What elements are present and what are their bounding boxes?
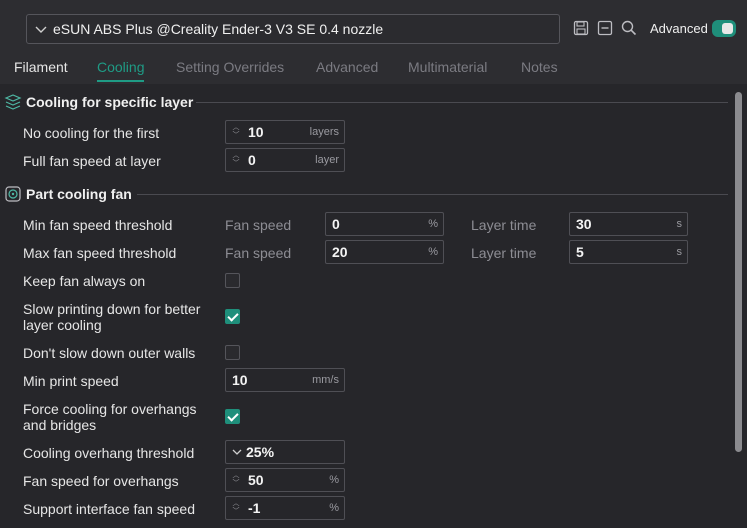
- force-cooling-label: Force cooling for overhangs and bridges: [23, 401, 197, 433]
- tab-multimaterial[interactable]: Multimaterial: [408, 56, 487, 84]
- keep-fan-label: Keep fan always on: [23, 273, 146, 289]
- min-fan-speed-input[interactable]: 0 %: [325, 212, 444, 236]
- overhang-threshold-label: Cooling overhang threshold: [23, 445, 195, 461]
- support-fan-input[interactable]: ︿ ﹀ -1 %: [225, 496, 345, 520]
- tab-advanced[interactable]: Advanced: [316, 56, 378, 84]
- support-fan-label: Support interface fan speed: [23, 501, 196, 517]
- fan-speed-label: Fan speed: [225, 217, 292, 233]
- min-fan-threshold-label: Min fan speed threshold: [23, 217, 173, 233]
- section-cooling-specific-layer: Cooling for specific layer: [4, 93, 193, 111]
- tab-cooling[interactable]: Cooling: [97, 56, 145, 84]
- section-divider: [196, 102, 728, 103]
- dont-slow-checkbox[interactable]: [225, 345, 240, 360]
- max-layer-time-input[interactable]: 5 s: [569, 240, 688, 264]
- advanced-toggle[interactable]: [712, 20, 736, 37]
- layer-time-label: Layer time: [471, 245, 537, 261]
- min-print-speed-input[interactable]: 10 mm/s: [225, 368, 345, 392]
- delete-icon[interactable]: [596, 18, 614, 38]
- slow-down-label: Slow printing down for better layer cool…: [23, 301, 201, 333]
- preset-bar: eSUN ABS Plus @Creality Ender-3 V3 SE 0.…: [0, 0, 747, 56]
- preset-select[interactable]: eSUN ABS Plus @Creality Ender-3 V3 SE 0.…: [26, 14, 560, 44]
- tab-filament[interactable]: Filament: [14, 56, 68, 84]
- search-icon[interactable]: [620, 18, 638, 38]
- min-print-speed-label: Min print speed: [23, 373, 119, 389]
- no-cooling-label: No cooling for the first: [23, 125, 160, 141]
- fan-icon: [4, 185, 22, 203]
- fan-speed-label: Fan speed: [225, 245, 292, 261]
- full-fan-label: Full fan speed at layer: [23, 153, 161, 169]
- tab-notes[interactable]: Notes: [521, 56, 558, 84]
- stepper-icon[interactable]: ︿ ﹀: [228, 469, 244, 491]
- max-fan-speed-input[interactable]: 20 %: [325, 240, 444, 264]
- section-part-cooling-fan: Part cooling fan: [4, 185, 132, 203]
- section-divider: [137, 194, 728, 195]
- force-cooling-checkbox[interactable]: [225, 409, 240, 424]
- stepper-icon[interactable]: ︿ ﹀: [228, 149, 244, 171]
- overhang-fan-input[interactable]: ︿ ﹀ 50 %: [225, 468, 345, 492]
- advanced-label: Advanced: [650, 21, 708, 36]
- save-icon[interactable]: [572, 18, 590, 38]
- layers-cooling-icon: [4, 93, 22, 111]
- chevron-down-icon: [35, 21, 49, 37]
- no-cooling-input[interactable]: ︿ ﹀ 10 layers: [225, 120, 345, 144]
- preset-name: eSUN ABS Plus @Creality Ender-3 V3 SE 0.…: [53, 21, 384, 37]
- overhang-fan-label: Fan speed for overhangs: [23, 473, 179, 489]
- overhang-threshold-select[interactable]: 25%: [225, 440, 345, 464]
- chevron-down-icon: [232, 449, 242, 456]
- slow-down-checkbox[interactable]: [225, 309, 240, 324]
- stepper-icon[interactable]: ︿ ﹀: [228, 121, 244, 143]
- max-fan-threshold-label: Max fan speed threshold: [23, 245, 177, 261]
- min-layer-time-input[interactable]: 30 s: [569, 212, 688, 236]
- scrollbar[interactable]: [735, 92, 742, 452]
- stepper-icon[interactable]: ︿ ﹀: [228, 497, 244, 519]
- layer-time-label: Layer time: [471, 217, 537, 233]
- full-fan-input[interactable]: ︿ ﹀ 0 layer: [225, 148, 345, 172]
- tab-setting-overrides[interactable]: Setting Overrides: [176, 56, 284, 84]
- keep-fan-checkbox[interactable]: [225, 273, 240, 288]
- tab-bar: Filament Cooling Setting Overrides Advan…: [0, 56, 747, 84]
- dont-slow-label: Don't slow down outer walls: [23, 345, 196, 361]
